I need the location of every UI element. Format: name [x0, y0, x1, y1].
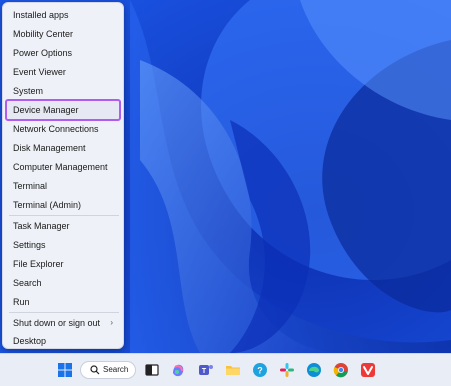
menu-separator: [9, 312, 119, 313]
windows-start-icon[interactable]: [57, 362, 73, 378]
menu-item-shut-down-label: Shut down or sign out: [13, 318, 101, 328]
menu-item-settings[interactable]: Settings: [5, 236, 121, 254]
menu-item-power-options[interactable]: Power Options: [5, 44, 121, 62]
chevron-right-icon: ›: [110, 318, 113, 327]
vivaldi-icon[interactable]: [360, 362, 376, 378]
svg-text:?: ?: [257, 366, 263, 376]
menu-item-device-manager[interactable]: Device Manager: [5, 99, 121, 121]
menu-item-mobility-center[interactable]: Mobility Center: [5, 25, 121, 43]
menu-item-terminal-admin[interactable]: Terminal (Admin): [5, 196, 121, 214]
svg-text:T: T: [202, 368, 207, 375]
taskbar-search-label: Search: [103, 365, 129, 374]
menu-item-shut-down[interactable]: Shut down or sign out ›: [5, 314, 121, 332]
file-explorer-icon[interactable]: [225, 362, 241, 378]
search-icon: [90, 365, 100, 375]
power-user-menu: Installed apps Mobility Center Power Opt…: [2, 2, 124, 349]
task-view-icon[interactable]: [144, 362, 160, 378]
slack-icon[interactable]: [279, 362, 295, 378]
help-icon[interactable]: ?: [252, 362, 268, 378]
menu-item-desktop[interactable]: Desktop: [5, 332, 121, 350]
menu-item-event-viewer[interactable]: Event Viewer: [5, 63, 121, 81]
copilot-icon[interactable]: [170, 362, 186, 378]
menu-item-system[interactable]: System: [5, 82, 121, 100]
menu-item-run[interactable]: Run: [5, 293, 121, 311]
chrome-icon[interactable]: [333, 362, 349, 378]
menu-item-computer-management[interactable]: Computer Management: [5, 158, 121, 176]
menu-item-disk-management[interactable]: Disk Management: [5, 139, 121, 157]
teams-icon[interactable]: T: [198, 362, 214, 378]
menu-item-network-connections[interactable]: Network Connections: [5, 120, 121, 138]
menu-item-search[interactable]: Search: [5, 274, 121, 292]
taskbar-search-box[interactable]: Search: [80, 361, 136, 379]
edge-icon[interactable]: [306, 362, 322, 378]
menu-item-terminal[interactable]: Terminal: [5, 177, 121, 195]
taskbar: Search T ?: [0, 353, 451, 386]
menu-separator: [9, 215, 119, 216]
menu-item-installed-apps[interactable]: Installed apps: [5, 6, 121, 24]
menu-item-file-explorer[interactable]: File Explorer: [5, 255, 121, 273]
menu-item-task-manager[interactable]: Task Manager: [5, 217, 121, 235]
